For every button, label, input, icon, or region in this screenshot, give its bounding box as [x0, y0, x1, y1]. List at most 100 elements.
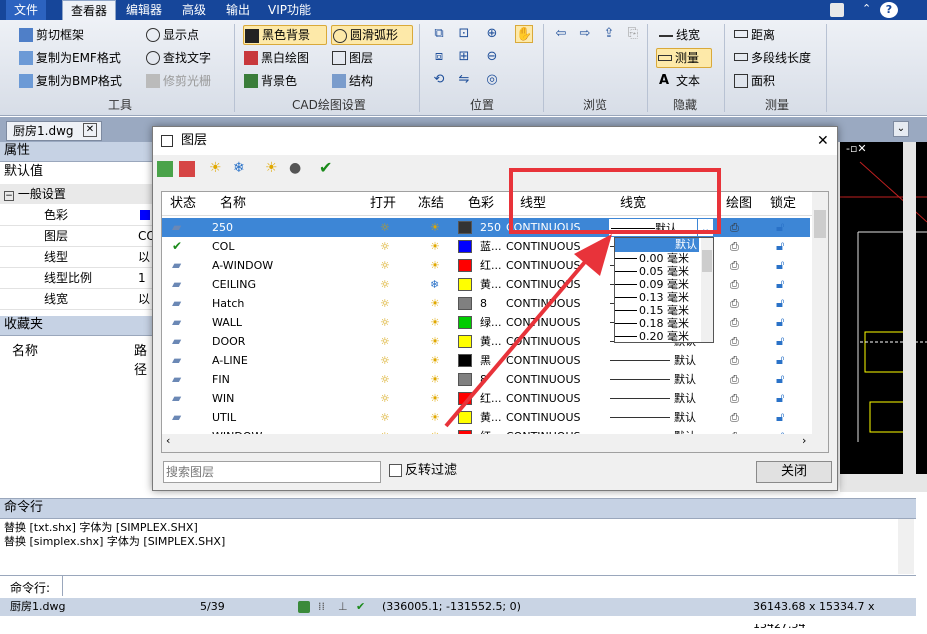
- plot-printer-icon[interactable]: ⎙: [730, 351, 739, 370]
- layer-status-icon[interactable]: ▰: [172, 389, 181, 408]
- lineweight-dropdown-list[interactable]: 默认 0.00 毫米 0.05 毫米 0.09 毫米 0.13 毫米 0.15 毫米 0.1…: [614, 237, 714, 343]
- cut-frame-button[interactable]: 剪切框架: [18, 25, 84, 45]
- close-tab-icon[interactable]: ✕: [83, 123, 97, 137]
- col-name[interactable]: 名称: [220, 194, 246, 214]
- property-row[interactable]: 线宽 以: [0, 289, 152, 310]
- layer-name[interactable]: DOOR: [212, 332, 245, 351]
- layer-thaw-sun-icon[interactable]: ☀: [430, 237, 440, 256]
- layer-status-icon[interactable]: ▰: [172, 218, 181, 237]
- layer-frozen-icon[interactable]: ❄: [430, 275, 439, 294]
- tab-output[interactable]: 输出: [218, 0, 258, 20]
- layer-lineweight[interactable]: 默认: [674, 408, 696, 427]
- layer-on-bulb-icon[interactable]: ☼: [380, 408, 390, 427]
- plot-printer-icon[interactable]: ⎙: [730, 237, 739, 256]
- copy-bmp-button[interactable]: 复制为BMP格式: [18, 71, 122, 91]
- osnap-icon[interactable]: ✔: [356, 598, 365, 616]
- unlock-icon[interactable]: 🔓︎: [776, 237, 784, 256]
- dialog-close-icon[interactable]: ✕: [817, 127, 829, 155]
- tab-viewer[interactable]: 查看器: [62, 0, 117, 20]
- layer-name[interactable]: FIN: [212, 370, 230, 389]
- all-on-icon[interactable]: ☀: [209, 160, 222, 176]
- zoom-extents-icon[interactable]: ⧈: [430, 48, 448, 66]
- plot-printer-icon[interactable]: ⎙: [730, 370, 739, 389]
- back-arrow-icon[interactable]: ⇦: [552, 25, 570, 43]
- command-input[interactable]: [62, 576, 914, 596]
- unlock-icon[interactable]: 🔓︎: [776, 256, 784, 275]
- table-horizontal-scrollbar[interactable]: ‹ ›: [162, 434, 828, 452]
- tab-advanced[interactable]: 高级: [174, 0, 214, 20]
- plot-printer-icon[interactable]: ⎙: [730, 294, 739, 313]
- dropdown-scroll-thumb[interactable]: [702, 250, 712, 272]
- scroll-right-icon[interactable]: ›: [802, 434, 806, 447]
- col-on[interactable]: 打开: [370, 194, 396, 214]
- layer-on-bulb-icon[interactable]: ☼: [380, 389, 390, 408]
- rotate-icon[interactable]: ⟲: [430, 71, 448, 89]
- current-layer-check-icon[interactable]: ✔: [172, 237, 182, 256]
- zoom-all-icon[interactable]: ⊞: [455, 48, 473, 66]
- layer-status-icon[interactable]: ▰: [172, 408, 181, 427]
- measure-toggle-button[interactable]: 测量: [656, 48, 712, 68]
- plot-printer-icon[interactable]: ⎙: [730, 408, 739, 427]
- edit-icon[interactable]: [830, 3, 844, 17]
- layer-name[interactable]: WALL: [212, 313, 242, 332]
- col-color[interactable]: 色彩: [468, 194, 494, 214]
- collapse-icon[interactable]: −: [4, 191, 14, 201]
- table-vertical-scrollbar[interactable]: [812, 192, 828, 434]
- layer-thaw-sun-icon[interactable]: ☀: [430, 294, 440, 313]
- unlock-icon[interactable]: 🔓︎: [776, 275, 784, 294]
- dropdown-scrollbar[interactable]: [701, 238, 713, 342]
- layer-on-bulb-icon[interactable]: ☼: [380, 256, 390, 275]
- col-plot[interactable]: 绘图: [726, 194, 752, 214]
- vertical-scrollbar[interactable]: [903, 142, 916, 492]
- distance-button[interactable]: 距离: [733, 25, 775, 45]
- property-row[interactable]: 线型比例 1: [0, 268, 152, 289]
- col-status[interactable]: 状态: [170, 194, 196, 214]
- page-icon[interactable]: ⎘: [624, 25, 642, 43]
- plot-printer-icon[interactable]: ⎙: [730, 332, 739, 351]
- polyline-length-button[interactable]: 多段线长度: [733, 48, 811, 68]
- layer-status-icon[interactable]: ▰: [172, 370, 181, 389]
- help-icon[interactable]: ?: [880, 2, 898, 18]
- grid-icon[interactable]: ⁞⁞: [318, 598, 325, 616]
- unlock-icon[interactable]: 🔓︎: [776, 370, 784, 389]
- layer-name[interactable]: A-WINDOW: [212, 256, 273, 275]
- unlock-icon[interactable]: 🔓︎: [776, 351, 784, 370]
- zoom-window-icon[interactable]: ⧉: [430, 25, 448, 43]
- bulb-icon[interactable]: ●: [289, 160, 301, 176]
- layer-status-icon[interactable]: ▰: [172, 275, 181, 294]
- unlock-icon[interactable]: 🔓︎: [776, 332, 784, 351]
- all-freeze-icon[interactable]: ❄: [233, 160, 245, 176]
- property-row[interactable]: 图层 CO: [0, 226, 156, 247]
- unlock-icon[interactable]: 🔓︎: [776, 294, 784, 313]
- property-row[interactable]: 色彩: [0, 205, 152, 226]
- search-layer-input[interactable]: 搜索图层: [163, 461, 381, 483]
- ortho-icon[interactable]: ⊥: [338, 598, 348, 616]
- layer-name[interactable]: A-LINE: [212, 351, 248, 370]
- layer-on-bulb-icon[interactable]: ☼: [380, 218, 390, 237]
- layer-thaw-sun-icon[interactable]: ☀: [430, 332, 440, 351]
- layer-thaw-sun-icon[interactable]: ☀: [430, 256, 440, 275]
- scroll-thumb[interactable]: [814, 210, 826, 238]
- tab-menu-chevron-icon[interactable]: ⌄: [893, 121, 909, 137]
- area-button[interactable]: 面积: [733, 71, 775, 91]
- layer-name[interactable]: CEILING: [212, 275, 256, 294]
- favorites-path-header[interactable]: 路径: [134, 340, 152, 378]
- col-freeze[interactable]: 冻结: [418, 194, 444, 214]
- layer-on-bulb-icon[interactable]: ☼: [380, 237, 390, 256]
- plot-printer-icon[interactable]: ⎙: [730, 218, 739, 237]
- plot-printer-icon[interactable]: ⎙: [730, 275, 739, 294]
- unlock-icon[interactable]: 🔓︎: [776, 313, 784, 332]
- close-button[interactable]: 关闭: [756, 461, 832, 483]
- bw-drawing-button[interactable]: 黑白绘图: [243, 48, 309, 68]
- layer-name[interactable]: 250: [212, 218, 233, 237]
- layer-lineweight[interactable]: 默认: [674, 389, 696, 408]
- layer-thaw-sun-icon[interactable]: ☀: [430, 351, 440, 370]
- black-background-button[interactable]: 黑色背景: [243, 25, 327, 45]
- 3d-orbit-icon[interactable]: ◎: [483, 71, 501, 89]
- layer-status-icon[interactable]: ▰: [172, 256, 181, 275]
- layer-lineweight[interactable]: 默认: [674, 351, 696, 370]
- general-section-header[interactable]: − 一般设置: [0, 184, 152, 204]
- layer-on-bulb-icon[interactable]: ☼: [380, 275, 390, 294]
- find-text-button[interactable]: 查找文字: [145, 48, 211, 68]
- unlock-icon[interactable]: 🔓︎: [776, 389, 784, 408]
